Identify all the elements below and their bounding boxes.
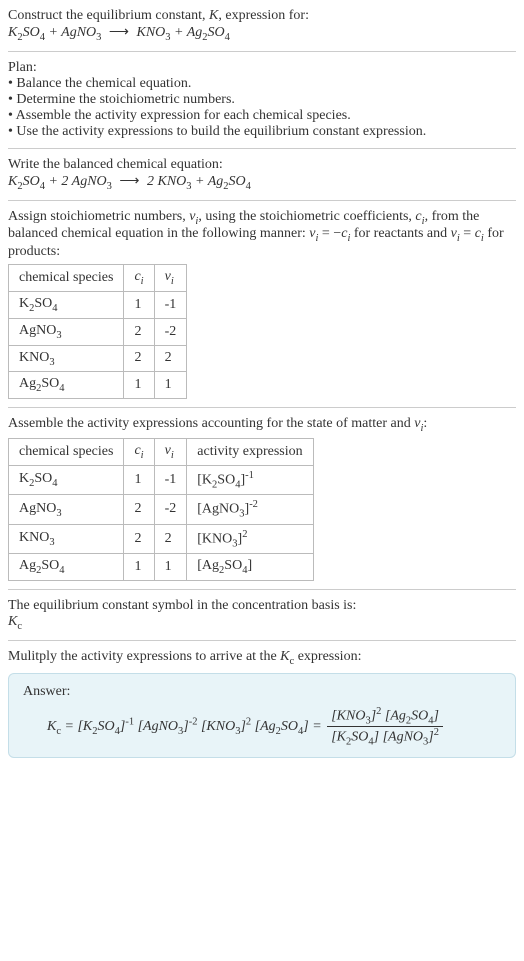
multiply-heading: Mulitply the activity expressions to arr… bbox=[8, 649, 516, 667]
symbol-block: The equilibrium constant symbol in the c… bbox=[8, 598, 516, 632]
col-vi: νi bbox=[154, 438, 187, 465]
cell-ci: 1 bbox=[124, 465, 154, 494]
cell-activity: [Ag2SO4] bbox=[187, 554, 313, 581]
table-row: K2SO41-1[K2SO4]-1 bbox=[9, 465, 314, 494]
divider bbox=[8, 407, 516, 408]
cell-vi: 2 bbox=[154, 345, 187, 372]
cell-vi: 2 bbox=[154, 524, 187, 553]
fraction-numerator: [KNO3]2 [Ag2SO4] bbox=[327, 706, 443, 727]
divider bbox=[8, 51, 516, 52]
divider bbox=[8, 200, 516, 201]
symbol-heading: The equilibrium constant symbol in the c… bbox=[8, 598, 516, 614]
table-row: K2SO41-1 bbox=[9, 291, 187, 318]
table-row: KNO322[KNO3]2 bbox=[9, 524, 314, 553]
col-ci: ci bbox=[124, 438, 154, 465]
cell-activity: [AgNO3]-2 bbox=[187, 495, 313, 524]
plan-bullet: • Assemble the activity expression for e… bbox=[8, 108, 516, 124]
table-row: Ag2SO411[Ag2SO4] bbox=[9, 554, 314, 581]
plan-bullet: • Determine the stoichiometric numbers. bbox=[8, 92, 516, 108]
cell-vi: -2 bbox=[154, 495, 187, 524]
cell-activity: [KNO3]2 bbox=[187, 524, 313, 553]
cell-ci: 2 bbox=[124, 345, 154, 372]
multiply-block: Mulitply the activity expressions to arr… bbox=[8, 649, 516, 667]
cell-vi: -1 bbox=[154, 465, 187, 494]
stoich-heading: Assign stoichiometric numbers, νi, using… bbox=[8, 209, 516, 261]
cell-species: Ag2SO4 bbox=[9, 372, 124, 399]
cell-ci: 2 bbox=[124, 318, 154, 345]
cell-species: KNO3 bbox=[9, 524, 124, 553]
activity-table: chemical species ci νi activity expressi… bbox=[8, 438, 314, 581]
cell-vi: 1 bbox=[154, 372, 187, 399]
fraction: [KNO3]2 [Ag2SO4] [K2SO4] [AgNO3]2 bbox=[327, 706, 443, 748]
plan-bullet: • Balance the chemical equation. bbox=[8, 76, 516, 92]
table-header-row: chemical species ci νi bbox=[9, 265, 187, 292]
cell-ci: 1 bbox=[124, 291, 154, 318]
balanced-equation: K2SO4 + 2 AgNO3 ⟶ 2 KNO3 + Ag2SO4 bbox=[8, 174, 251, 189]
table-header-row: chemical species ci νi activity expressi… bbox=[9, 438, 314, 465]
plan-block: Plan: • Balance the chemical equation. •… bbox=[8, 60, 516, 140]
answer-label: Answer: bbox=[23, 684, 501, 700]
cell-species: K2SO4 bbox=[9, 291, 124, 318]
stoich-block: Assign stoichiometric numbers, νi, using… bbox=[8, 209, 516, 400]
col-ci: ci bbox=[124, 265, 154, 292]
cell-activity: [K2SO4]-1 bbox=[187, 465, 313, 494]
answer-box: Answer: Kc = [K2SO4]-1 [AgNO3]-2 [KNO3]2… bbox=[8, 673, 516, 759]
activity-heading: Assemble the activity expressions accoun… bbox=[8, 416, 516, 434]
col-species: chemical species bbox=[9, 438, 124, 465]
intro-block: Construct the equilibrium constant, K, e… bbox=[8, 8, 516, 43]
cell-vi: 1 bbox=[154, 554, 187, 581]
table-row: AgNO32-2 bbox=[9, 318, 187, 345]
cell-species: K2SO4 bbox=[9, 465, 124, 494]
plan-bullet: • Use the activity expressions to build … bbox=[8, 124, 516, 140]
divider bbox=[8, 640, 516, 641]
cell-species: AgNO3 bbox=[9, 318, 124, 345]
answer-expression: Kc = [K2SO4]-1 [AgNO3]-2 [KNO3]2 [Ag2SO4… bbox=[23, 706, 501, 748]
table-row: KNO322 bbox=[9, 345, 187, 372]
intro-equation: K2SO4 + AgNO3 ⟶ KNO3 + Ag2SO4 bbox=[8, 25, 230, 40]
intro-text: Construct the equilibrium constant, K, e… bbox=[8, 8, 309, 23]
cell-vi: -2 bbox=[154, 318, 187, 345]
cell-ci: 2 bbox=[124, 495, 154, 524]
divider bbox=[8, 589, 516, 590]
cell-species: KNO3 bbox=[9, 345, 124, 372]
divider bbox=[8, 148, 516, 149]
stoich-table: chemical species ci νi K2SO41-1 AgNO32-2… bbox=[8, 264, 187, 399]
col-activity: activity expression bbox=[187, 438, 313, 465]
fraction-denominator: [K2SO4] [AgNO3]2 bbox=[327, 727, 443, 747]
cell-ci: 2 bbox=[124, 524, 154, 553]
table-row: AgNO32-2[AgNO3]-2 bbox=[9, 495, 314, 524]
balanced-block: Write the balanced chemical equation: K2… bbox=[8, 157, 516, 192]
cell-species: Ag2SO4 bbox=[9, 554, 124, 581]
balanced-heading: Write the balanced chemical equation: bbox=[8, 157, 516, 173]
activity-block: Assemble the activity expressions accoun… bbox=[8, 416, 516, 581]
col-species: chemical species bbox=[9, 265, 124, 292]
table-row: Ag2SO411 bbox=[9, 372, 187, 399]
cell-ci: 1 bbox=[124, 372, 154, 399]
cell-vi: -1 bbox=[154, 291, 187, 318]
col-vi: νi bbox=[154, 265, 187, 292]
cell-ci: 1 bbox=[124, 554, 154, 581]
symbol-value: Kc bbox=[8, 614, 516, 632]
cell-species: AgNO3 bbox=[9, 495, 124, 524]
plan-heading: Plan: bbox=[8, 60, 516, 76]
